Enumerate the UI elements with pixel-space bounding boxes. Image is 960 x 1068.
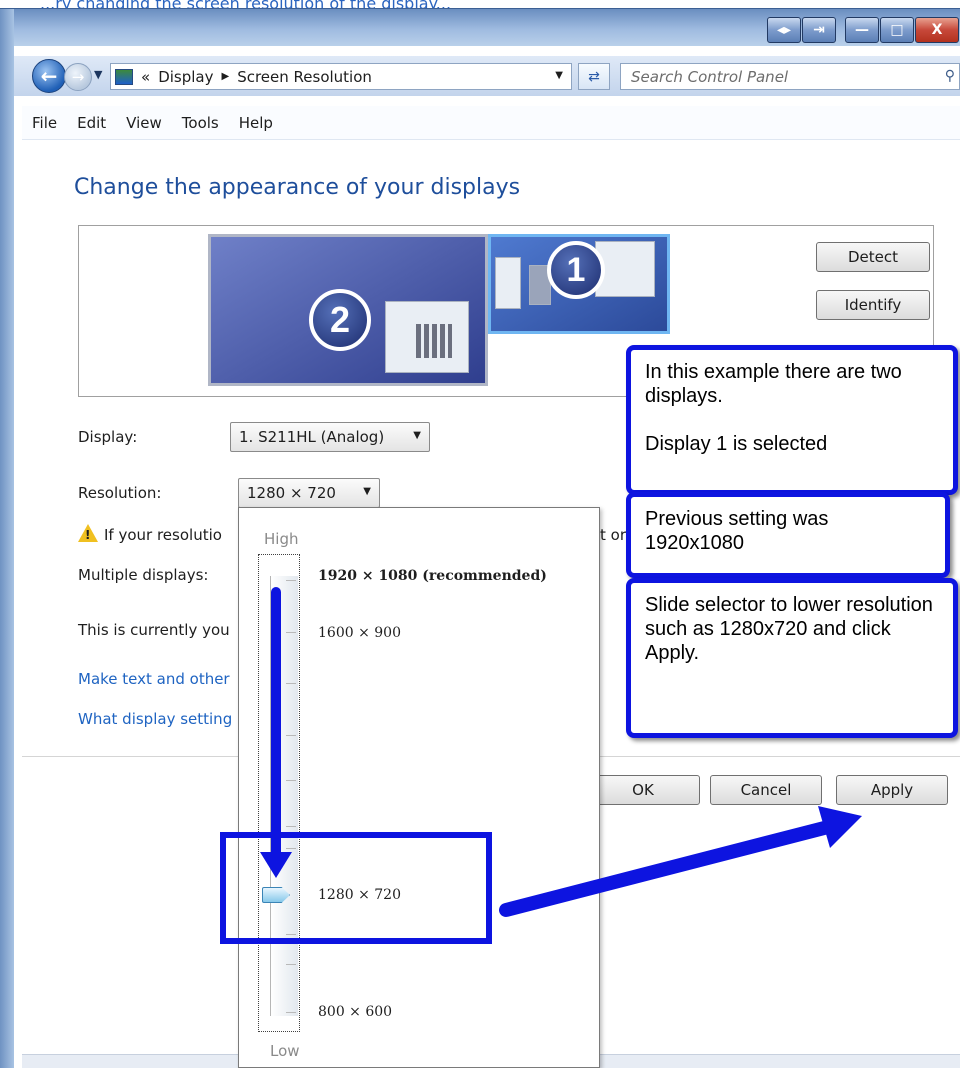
note-slide-selector: Slide selector to lower resolution such … — [626, 578, 958, 738]
note-two-displays-line1: In this example there are two displays. — [645, 361, 902, 407]
selection-highlight-box — [220, 832, 492, 944]
note-previous-setting: Previous setting was 1920x1080 — [626, 492, 950, 578]
apply-arrow-shaft — [499, 819, 839, 917]
apply-arrow-head — [818, 806, 862, 848]
note-two-displays: In this example there are two displays. … — [626, 345, 958, 495]
note-slide-selector-text: Slide selector to lower resolution such … — [645, 594, 933, 664]
note-two-displays-line2: Display 1 is selected — [645, 433, 828, 455]
note-previous-setting-text: Previous setting was 1920x1080 — [645, 508, 829, 554]
